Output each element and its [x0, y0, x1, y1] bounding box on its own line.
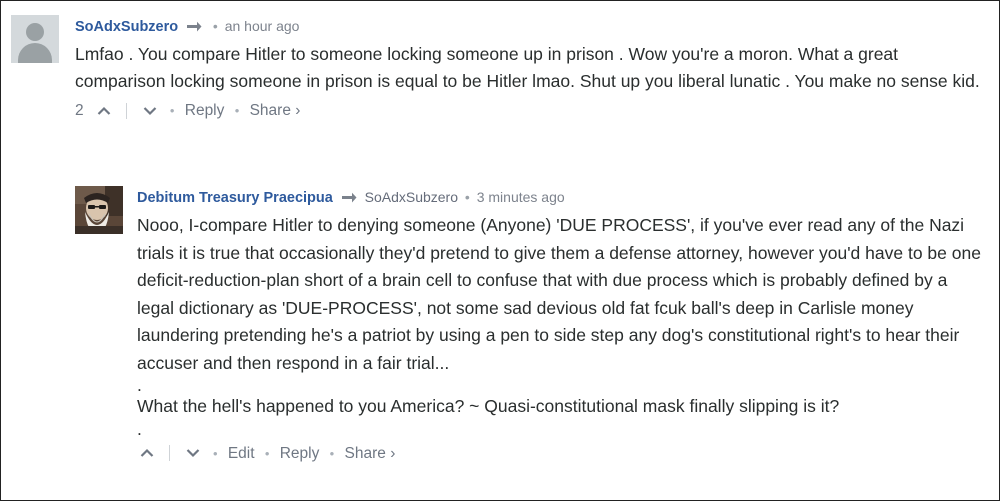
- share-button[interactable]: Share ›: [345, 445, 396, 462]
- comment-header: SoAdxSubzero • an hour ago: [75, 15, 985, 37]
- timestamp[interactable]: 3 minutes ago: [477, 189, 565, 205]
- comment-footer: 2 • Reply • Share ›: [75, 99, 985, 123]
- comment-body: SoAdxSubzero • an hour ago Lmfao . You c…: [75, 15, 985, 123]
- author-name[interactable]: Debitum Treasury Praecipua: [137, 190, 333, 206]
- vote-count: 2: [75, 102, 84, 119]
- avatar-photo-image: [75, 186, 123, 234]
- message-paragraph: Nooo, I-compare Hitler to denying someon…: [137, 215, 981, 373]
- avatar[interactable]: [75, 186, 123, 234]
- separator-dot: •: [264, 445, 270, 461]
- vote-divider: [169, 445, 171, 462]
- message-paragraph: .: [137, 375, 142, 395]
- reply-button[interactable]: Reply: [185, 102, 225, 119]
- avatar[interactable]: [11, 15, 59, 63]
- separator-dot: •: [212, 445, 218, 461]
- avatar-shoulders-shape: [18, 43, 52, 63]
- comment-message: Lmfao . You compare Hitler to someone lo…: [75, 41, 985, 94]
- comment-header: Debitum Treasury Praecipua SoAdxSubzero …: [137, 186, 987, 208]
- message-paragraph: What the hell's happened to you America?…: [137, 396, 840, 416]
- separator-dot: •: [464, 189, 470, 205]
- avatar-head-shape: [26, 23, 44, 41]
- separator-dot: •: [169, 103, 175, 118]
- separator-dot: •: [212, 18, 218, 34]
- chevron-down-icon[interactable]: [143, 106, 157, 116]
- share-button[interactable]: Share ›: [250, 102, 301, 119]
- chevron-down-icon[interactable]: [186, 448, 200, 458]
- chevron-up-icon[interactable]: [97, 106, 111, 116]
- message-text: Lmfao . You compare Hitler to someone lo…: [75, 44, 980, 91]
- comment-message: Nooo, I-compare Hitler to denying someon…: [137, 212, 987, 437]
- comment-body: Debitum Treasury Praecipua SoAdxSubzero …: [137, 186, 987, 466]
- comment-thread: SoAdxSubzero • an hour ago Lmfao . You c…: [0, 0, 1000, 501]
- separator-dot: •: [329, 445, 335, 461]
- edit-button[interactable]: Edit: [228, 445, 255, 462]
- timestamp[interactable]: an hour ago: [225, 18, 300, 34]
- vote-divider: [126, 102, 128, 119]
- chevron-up-icon[interactable]: [140, 448, 154, 458]
- reply-button[interactable]: Reply: [280, 445, 320, 462]
- reply-arrow-icon: [186, 21, 202, 33]
- comment-footer: • Edit • Reply • Share ›: [137, 442, 987, 466]
- parent-author-link[interactable]: SoAdxSubzero: [365, 189, 458, 205]
- reply-arrow-icon: [341, 192, 357, 204]
- author-name[interactable]: SoAdxSubzero: [75, 19, 178, 35]
- separator-dot: •: [234, 103, 240, 118]
- message-paragraph: .: [137, 418, 142, 439]
